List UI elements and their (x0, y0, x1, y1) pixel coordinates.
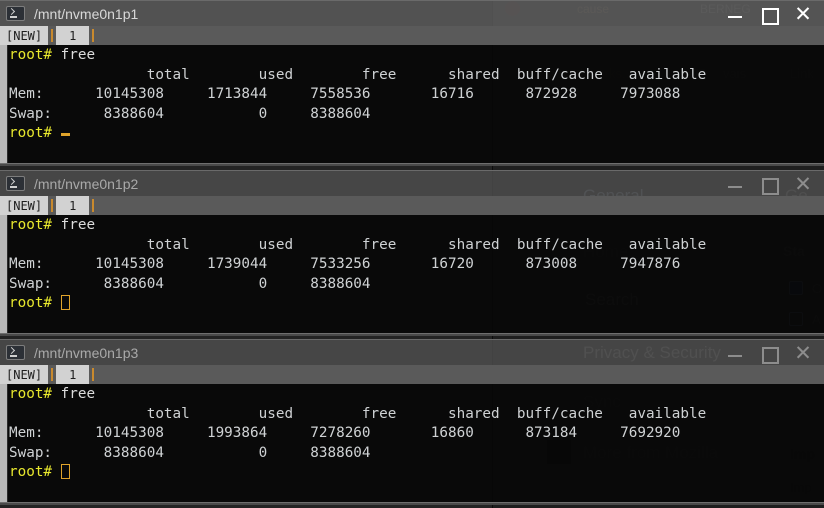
terminal-tab-1[interactable]: 1 (56, 196, 90, 215)
window-bottom-border (0, 163, 824, 166)
free-data-row: Swap: 8388604 0 8388604 (9, 105, 681, 122)
minimize-button[interactable] (718, 340, 752, 366)
close-button[interactable]: ✕ (786, 1, 820, 27)
window-title: /mnt/nvme0n1p1 (34, 5, 139, 22)
window-controls[interactable]: ✕ (718, 340, 820, 365)
terminal-body[interactable]: root# free total used free shared buff/c… (0, 215, 824, 333)
terminal-window[interactable]: /mnt/nvme0n1p2 ✕ [NEW] 1 root# free tota… (0, 170, 824, 336)
terminal-scrollbar[interactable] (0, 215, 8, 333)
terminal-icon (6, 176, 25, 191)
free-header-row: total used free shared buff/cache availa… (9, 66, 707, 83)
free-data-row: Swap: 8388604 0 8388604 (9, 275, 681, 292)
terminal-tabbar[interactable]: [NEW] 1 (0, 365, 824, 384)
terminal-body[interactable]: root# free total used free shared buff/c… (0, 45, 824, 163)
terminal-tab-new[interactable]: [NEW] (0, 196, 49, 215)
tab-separator (51, 368, 54, 381)
minimize-button[interactable] (718, 171, 752, 197)
tab-separator (92, 368, 95, 381)
terminal-window[interactable]: /mnt/nvme0n1p1 ✕ [NEW] 1 root# free tota… (0, 0, 824, 166)
window-controls[interactable]: ✕ (718, 1, 820, 26)
window-titlebar[interactable]: /mnt/nvme0n1p2 ✕ (0, 170, 824, 196)
shell-prompt: root# (9, 464, 53, 480)
window-controls[interactable]: ✕ (718, 171, 820, 196)
window-bottom-border (0, 502, 824, 505)
shell-command: free (60, 47, 96, 63)
terminal-tabbar[interactable]: [NEW] 1 (0, 26, 824, 45)
terminal-screen[interactable]: root# free total used free shared buff/c… (9, 216, 824, 333)
tab-separator (92, 29, 95, 42)
terminal-window[interactable]: /mnt/nvme0n1p3 ✕ [NEW] 1 root# free tota… (0, 339, 824, 505)
terminal-screen[interactable]: root# free total used free shared buff/c… (9, 385, 824, 502)
terminal-scrollbar[interactable] (0, 384, 8, 502)
terminal-screen[interactable]: root# free total used free shared buff/c… (9, 46, 824, 163)
terminal-cursor (60, 295, 70, 310)
terminal-icon (6, 6, 25, 21)
terminal-icon (6, 345, 25, 360)
minimize-button[interactable] (718, 1, 752, 27)
free-data-row: Mem: 10145308 1713844 7558536 16716 8729… (9, 86, 681, 102)
free-data-row: Mem: 10145308 1739044 7533256 16720 8730… (9, 256, 681, 272)
terminal-tab-1[interactable]: 1 (56, 365, 90, 384)
tab-separator (51, 29, 54, 42)
shell-prompt: root# (9, 125, 53, 141)
free-header-row: total used free shared buff/cache availa… (9, 236, 707, 253)
maximize-button[interactable] (752, 171, 786, 197)
close-button[interactable]: ✕ (786, 171, 820, 197)
terminal-cursor (60, 464, 70, 479)
window-title: /mnt/nvme0n1p2 (34, 175, 139, 192)
close-button[interactable]: ✕ (786, 340, 820, 366)
window-title: /mnt/nvme0n1p3 (34, 344, 139, 361)
terminal-scrollbar[interactable] (0, 45, 8, 163)
shell-prompt: root# (9, 295, 53, 311)
window-bottom-border (0, 333, 824, 336)
window-titlebar[interactable]: /mnt/nvme0n1p1 ✕ (0, 0, 824, 26)
terminal-tab-new[interactable]: [NEW] (0, 365, 49, 384)
free-data-row: Mem: 10145308 1993864 7278260 16860 8731… (9, 425, 681, 441)
shell-prompt: root# (9, 217, 53, 233)
shell-command: free (60, 217, 96, 233)
terminal-cursor (60, 133, 70, 136)
terminal-tabbar[interactable]: [NEW] 1 (0, 196, 824, 215)
shell-prompt: root# (9, 386, 53, 402)
free-data-row: Swap: 8388604 0 8388604 (9, 444, 681, 461)
maximize-button[interactable] (752, 1, 786, 27)
terminal-tab-1[interactable]: 1 (56, 26, 90, 45)
tab-separator (51, 199, 54, 212)
window-titlebar[interactable]: /mnt/nvme0n1p3 ✕ (0, 339, 824, 365)
maximize-button[interactable] (752, 340, 786, 366)
tab-separator (92, 199, 95, 212)
shell-prompt: root# (9, 47, 53, 63)
shell-command: free (60, 386, 96, 402)
terminal-tab-new[interactable]: [NEW] (0, 26, 49, 45)
terminal-body[interactable]: root# free total used free shared buff/c… (0, 384, 824, 502)
free-header-row: total used free shared buff/cache availa… (9, 405, 707, 422)
